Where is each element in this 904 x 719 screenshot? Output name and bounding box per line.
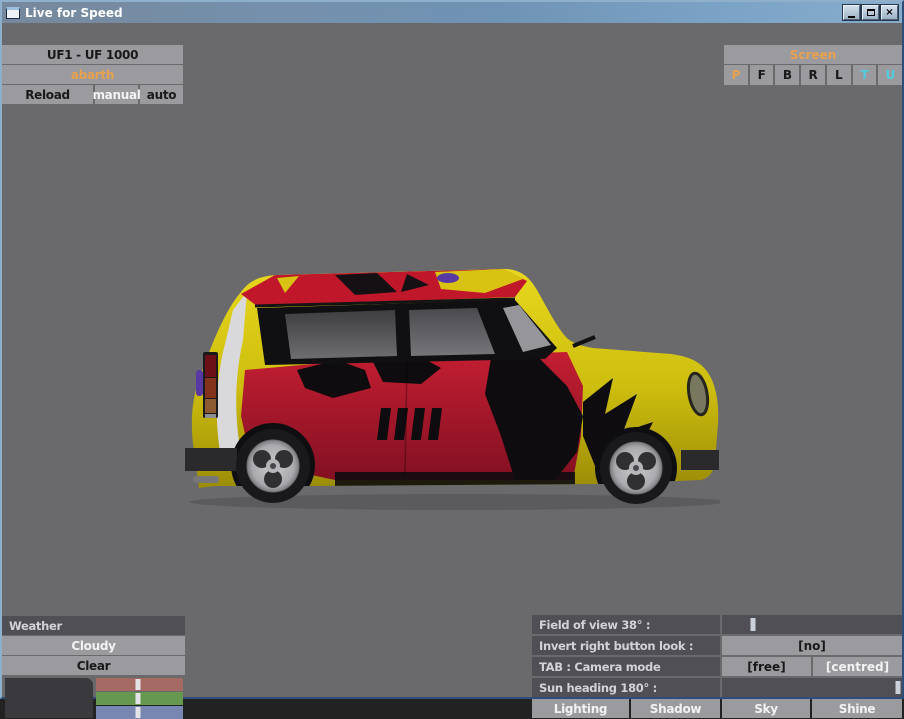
red-slider-handle[interactable]: [135, 679, 140, 690]
blue-slider-handle[interactable]: [135, 707, 140, 718]
blue-slider[interactable]: [96, 706, 183, 719]
weather-option-cloudy[interactable]: Cloudy: [2, 636, 185, 655]
tab-camera-mode-label: TAB : Camera mode: [532, 657, 720, 676]
fov-slider-handle[interactable]: [750, 618, 755, 631]
car-wiper: [573, 337, 595, 346]
skin-name-button[interactable]: abarth: [2, 65, 183, 84]
fov-slider[interactable]: [722, 615, 902, 634]
red-slider[interactable]: [96, 678, 183, 691]
screen-button-u[interactable]: U: [878, 65, 902, 85]
window-title: Live for Speed: [25, 6, 123, 20]
lighting-button[interactable]: Lighting: [532, 699, 629, 718]
screen-button-l[interactable]: L: [827, 65, 851, 85]
car-front-bumper: [681, 450, 719, 470]
manual-button[interactable]: manual: [95, 85, 138, 104]
shine-button[interactable]: Shine: [812, 699, 902, 718]
invert-look-label: Invert right button look :: [532, 636, 720, 655]
screen-button-p[interactable]: P: [724, 65, 748, 85]
garage-3d-viewport[interactable]: UF1 - UF 1000 abarth Reload manual auto …: [2, 23, 902, 697]
color-preview-box: [5, 678, 93, 718]
screen-panel-title: Screen: [724, 45, 902, 64]
screen-panel: Screen P F B R L T U: [724, 45, 902, 85]
car-taillight: [205, 355, 216, 377]
screen-button-b[interactable]: B: [775, 65, 799, 85]
car-front-wheel: [600, 432, 672, 504]
screen-button-f[interactable]: F: [750, 65, 774, 85]
minimize-icon: [848, 16, 855, 18]
app-window: Live for Speed ×: [0, 0, 904, 699]
camera-mode-centred-button[interactable]: [centred]: [813, 657, 902, 676]
car-rear-wheel: [236, 429, 310, 503]
shadow-button[interactable]: Shadow: [631, 699, 720, 718]
car-render: [185, 266, 720, 511]
camera-mode-free-button[interactable]: [free]: [722, 657, 811, 676]
vehicle-panel: UF1 - UF 1000 abarth Reload manual auto: [2, 45, 183, 104]
title-bar[interactable]: Live for Speed ×: [2, 2, 902, 23]
car-windows: [255, 299, 557, 365]
weather-panel: Weather Cloudy Clear: [2, 616, 185, 718]
screen-button-r[interactable]: R: [801, 65, 825, 85]
weather-option-clear[interactable]: Clear: [2, 656, 185, 675]
sky-button[interactable]: Sky: [722, 699, 810, 718]
maximize-icon: [867, 9, 875, 16]
minimize-button[interactable]: [843, 5, 860, 20]
sun-heading-slider[interactable]: [722, 678, 902, 697]
car-exhaust: [193, 476, 219, 483]
car-roof-purple: [437, 273, 459, 283]
fov-label: Field of view 38° :: [532, 615, 720, 634]
screen-button-t[interactable]: T: [853, 65, 877, 85]
close-button[interactable]: ×: [881, 5, 898, 20]
invert-look-toggle[interactable]: [no]: [722, 636, 902, 655]
app-icon: [6, 7, 20, 19]
sun-heading-label: Sun heading 180° :: [532, 678, 720, 697]
car-rear-bumper: [185, 448, 237, 471]
vehicle-model-button[interactable]: UF1 - UF 1000: [2, 45, 183, 64]
sun-heading-slider-handle[interactable]: [895, 681, 900, 694]
weather-panel-title: Weather: [2, 616, 185, 635]
auto-button[interactable]: auto: [140, 85, 183, 104]
view-options-panel: Field of view 38° : Invert right button …: [532, 615, 902, 718]
maximize-button[interactable]: [862, 5, 879, 20]
reload-button[interactable]: Reload: [2, 85, 93, 104]
close-icon: ×: [885, 7, 893, 18]
